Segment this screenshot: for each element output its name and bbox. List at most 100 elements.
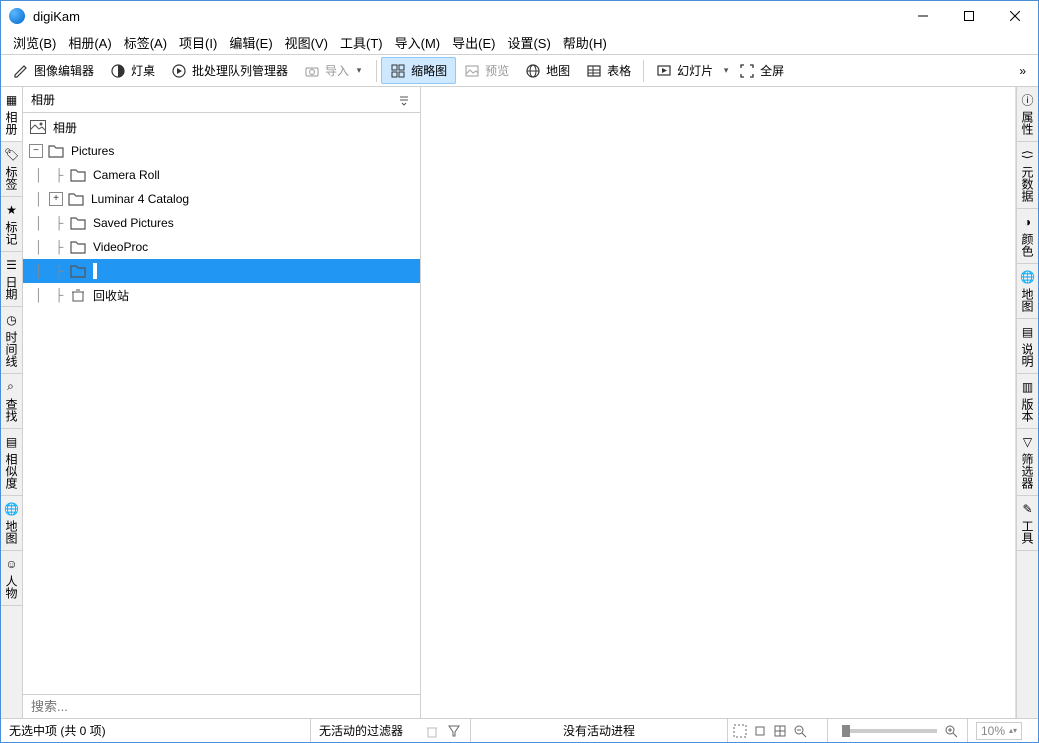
right-tab-metadata[interactable]: ⟨⟩元数据 [1017, 142, 1038, 209]
left-tab-people[interactable]: ☺人物 [1, 551, 22, 606]
tree-row[interactable]: − Pictures [23, 139, 420, 163]
batch-queue-button[interactable]: 批处理队列管理器 [163, 58, 296, 83]
tree-row[interactable]: │├Saved Pictures [23, 211, 420, 235]
tree-label: Pictures [71, 144, 114, 158]
zoom-input[interactable]: 10% ▴▾ [976, 722, 1022, 740]
grid-icon [390, 63, 406, 79]
thumbnail-area[interactable] [421, 87, 1016, 718]
thumbnail-panel [421, 87, 1016, 718]
left-tab-albums[interactable]: ▦相册 [1, 87, 22, 142]
import-button[interactable]: 导入 ▾ [296, 58, 372, 83]
left-tab-similarity[interactable]: ▤相似度 [1, 429, 22, 496]
menu-browse[interactable]: 浏览(B) [7, 31, 62, 54]
globe-icon: 🌐 [1021, 270, 1035, 284]
tree-toggle[interactable]: + [49, 192, 63, 206]
status-selection: 无选中项 (共 0 项) [1, 719, 311, 742]
slideshow-label: 幻灯片 [677, 62, 713, 79]
menu-tools[interactable]: 工具(T) [334, 31, 389, 54]
menu-export[interactable]: 导出(E) [446, 31, 501, 54]
right-tab-versions[interactable]: ▥版本 [1017, 374, 1038, 429]
left-tab-tags[interactable]: 🏷标签 [1, 142, 22, 197]
left-tab-labels[interactable]: ★标记 [1, 197, 22, 252]
status-zoom-value: 10% ▴▾ [968, 719, 1038, 742]
picture-icon [29, 119, 47, 135]
image-editor-button[interactable]: 图像编辑器 [5, 58, 102, 83]
zoom-100-icon[interactable] [772, 723, 788, 739]
close-button[interactable] [992, 1, 1038, 31]
tree-label: Camera Roll [93, 168, 160, 182]
map-button[interactable]: 地图 [517, 58, 578, 83]
batch-icon [171, 63, 187, 79]
menu-view[interactable]: 视图(V) [279, 31, 334, 54]
menu-help[interactable]: 帮助(H) [557, 31, 613, 54]
image-icon [464, 63, 480, 79]
menu-tags[interactable]: 标签(A) [118, 31, 173, 54]
menu-album[interactable]: 相册(A) [62, 31, 117, 54]
trash-icon[interactable] [424, 723, 440, 739]
note-icon: ▤ [1021, 325, 1035, 339]
zoom-fit-icon[interactable] [732, 723, 748, 739]
menu-edit[interactable]: 编辑(E) [223, 31, 278, 54]
right-tab-tools[interactable]: ✎工具 [1017, 496, 1038, 551]
tree-row[interactable]: │├Camera Roll [23, 163, 420, 187]
tree-label-editing[interactable] [93, 263, 97, 279]
tree-toggle[interactable]: − [29, 144, 43, 158]
zoom-in-icon[interactable] [943, 723, 959, 739]
right-tab-map[interactable]: 🌐地图 [1017, 264, 1038, 319]
import-label: 导入 [325, 62, 349, 79]
menu-item[interactable]: 项目(I) [173, 31, 223, 54]
slideshow-button[interactable]: 幻灯片 [648, 58, 721, 83]
menubar: 浏览(B) 相册(A) 标签(A) 项目(I) 编辑(E) 视图(V) 工具(T… [1, 31, 1038, 55]
left-sidebar-tabs: ▦相册 🏷标签 ★标记 ☰日期 ◷时间线 ⌕查找 ▤相似度 🌐地图 ☺人物 [1, 87, 23, 718]
fullscreen-icon [739, 63, 755, 79]
search-input[interactable] [23, 695, 420, 718]
preview-button[interactable]: 预览 [456, 58, 517, 83]
fullscreen-button[interactable]: 全屏 [731, 58, 792, 83]
album-tree[interactable]: 相册 −Pictures│├Camera Roll│+Luminar 4 Cat… [23, 113, 420, 694]
left-tab-search[interactable]: ⌕查找 [1, 374, 22, 429]
tree-label: Luminar 4 Catalog [91, 192, 189, 206]
funnel-icon[interactable] [446, 723, 462, 739]
minimize-button[interactable] [900, 1, 946, 31]
menu-import[interactable]: 导入(M) [389, 31, 447, 54]
person-icon: ☺ [5, 557, 19, 571]
light-table-button[interactable]: 灯桌 [102, 58, 163, 83]
tree-row[interactable]: │├ [23, 259, 420, 283]
tree-row[interactable]: │├回收站 [23, 283, 420, 307]
globe-icon: 🌐 [5, 502, 19, 516]
zoom-out-icon[interactable] [792, 723, 808, 739]
tree-root[interactable]: 相册 [23, 115, 420, 139]
tree-label: 相册 [53, 119, 77, 136]
tree-row[interactable]: │├VideoProc [23, 235, 420, 259]
right-tab-properties[interactable]: ⓘ属性 [1017, 87, 1038, 142]
zoom-slider[interactable] [842, 729, 937, 733]
toolbar-overflow-button[interactable]: » [1011, 60, 1034, 82]
right-tab-colors[interactable]: ◑颜色 [1017, 209, 1038, 264]
table-button[interactable]: 表格 [578, 58, 639, 83]
menu-settings[interactable]: 设置(S) [501, 31, 556, 54]
left-tab-map[interactable]: 🌐地图 [1, 496, 22, 551]
tree-label: 回收站 [93, 287, 129, 304]
left-tab-dates[interactable]: ☰日期 [1, 252, 22, 307]
table-icon [586, 63, 602, 79]
maximize-button[interactable] [946, 1, 992, 31]
palette-icon: ◑ [1021, 215, 1035, 229]
tree-row[interactable]: │+Luminar 4 Catalog [23, 187, 420, 211]
right-tab-filters[interactable]: ▽筛选器 [1017, 429, 1038, 496]
right-tab-captions[interactable]: ▤说明 [1017, 319, 1038, 374]
collapse-icon[interactable] [396, 92, 412, 108]
trash-icon [69, 287, 87, 303]
status-filter: 无活动的过滤器 [311, 719, 471, 742]
thumbnails-label: 缩略图 [411, 62, 447, 79]
preview-label: 预览 [485, 62, 509, 79]
zoom-selection-icon[interactable] [752, 723, 768, 739]
lighttable-icon [110, 63, 126, 79]
right-sidebar-tabs: ⓘ属性 ⟨⟩元数据 ◑颜色 🌐地图 ▤说明 ▥版本 ▽筛选器 ✎工具 [1016, 87, 1038, 718]
light-table-label: 灯桌 [131, 62, 155, 79]
left-tab-timeline[interactable]: ◷时间线 [1, 307, 22, 374]
thumbnails-button[interactable]: 缩略图 [381, 57, 456, 84]
chevron-down-icon[interactable]: ▾ [721, 65, 731, 76]
info-icon: ⓘ [1021, 93, 1035, 107]
zoom-thumb[interactable] [842, 725, 850, 737]
fullscreen-label: 全屏 [760, 62, 784, 79]
